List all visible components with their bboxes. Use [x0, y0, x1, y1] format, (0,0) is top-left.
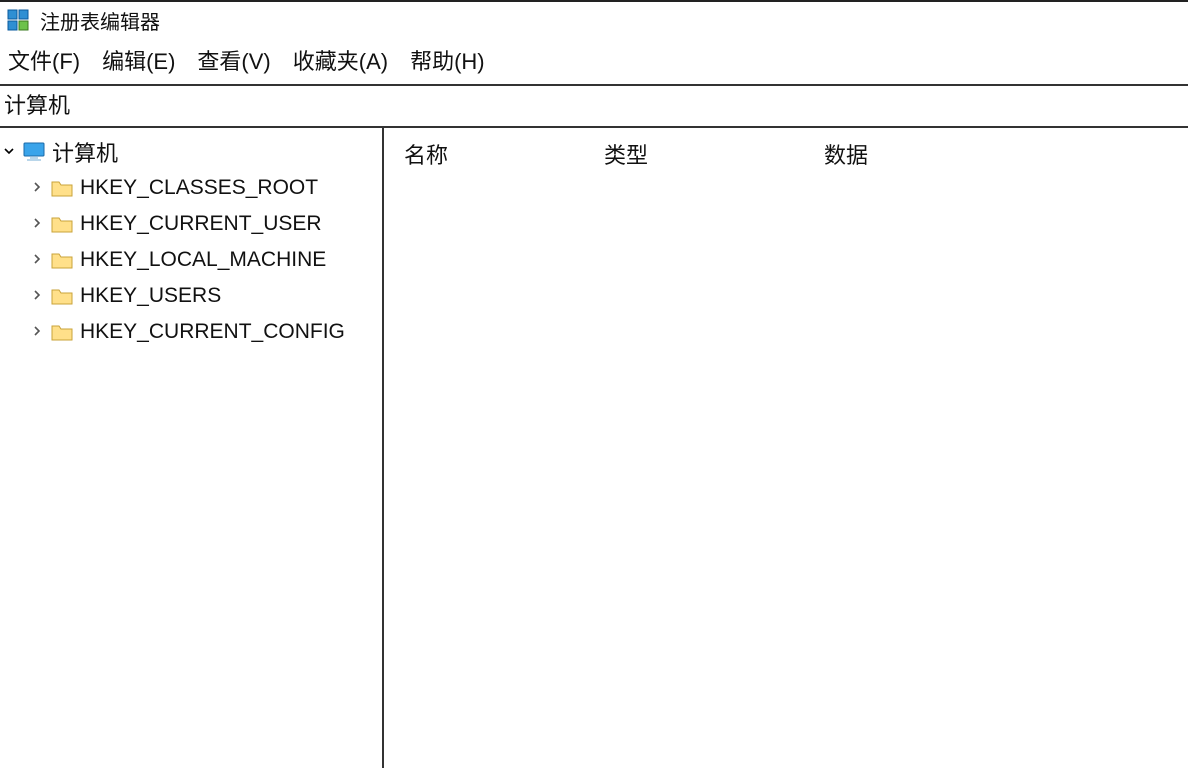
column-header-name[interactable]: 名称	[384, 138, 604, 170]
tree-item-label: HKEY_CLASSES_ROOT	[80, 176, 318, 200]
tree-item-hkcc[interactable]: HKEY_CURRENT_CONFIG	[0, 314, 382, 350]
folder-icon	[50, 322, 74, 342]
list-header: 名称 类型 数据	[384, 138, 1188, 170]
expander-down-icon[interactable]	[2, 144, 16, 160]
tree-item-hku[interactable]: HKEY_USERS	[0, 278, 382, 314]
regedit-app-icon	[6, 8, 30, 32]
tree-item-label: HKEY_CURRENT_USER	[80, 212, 322, 236]
window-title: 注册表编辑器	[40, 6, 160, 35]
address-path: 计算机	[4, 93, 70, 118]
address-bar[interactable]: 计算机	[0, 86, 1188, 128]
title-bar: 注册表编辑器	[0, 2, 1188, 38]
expander-right-icon[interactable]	[30, 216, 44, 232]
menu-help[interactable]: 帮助(H)	[410, 44, 485, 76]
expander-right-icon[interactable]	[30, 252, 44, 268]
menu-view[interactable]: 查看(V)	[197, 44, 270, 76]
menu-favorites[interactable]: 收藏夹(A)	[293, 44, 388, 76]
tree-item-label: HKEY_USERS	[80, 284, 221, 308]
folder-icon	[50, 250, 74, 270]
column-header-data[interactable]: 数据	[824, 138, 1188, 170]
registry-editor-window: 注册表编辑器 文件(F) 编辑(E) 查看(V) 收藏夹(A) 帮助(H) 计算…	[0, 0, 1188, 768]
tree-item-label: HKEY_CURRENT_CONFIG	[80, 320, 345, 344]
computer-icon	[22, 142, 46, 162]
tree-item-hkcr[interactable]: HKEY_CLASSES_ROOT	[0, 170, 382, 206]
expander-right-icon[interactable]	[30, 288, 44, 304]
expander-right-icon[interactable]	[30, 324, 44, 340]
menu-file[interactable]: 文件(F)	[8, 44, 80, 76]
tree-pane[interactable]: 计算机 HKEY_CLASSES_ROOT HKEY_CURRENT_USE	[0, 128, 384, 768]
menu-bar: 文件(F) 编辑(E) 查看(V) 收藏夹(A) 帮助(H)	[0, 38, 1188, 86]
tree-item-hklm[interactable]: HKEY_LOCAL_MACHINE	[0, 242, 382, 278]
tree-root-computer[interactable]: 计算机	[0, 134, 382, 170]
tree-item-label: HKEY_LOCAL_MACHINE	[80, 248, 326, 272]
list-pane[interactable]: 名称 类型 数据	[384, 128, 1188, 768]
folder-icon	[50, 214, 74, 234]
column-header-type[interactable]: 类型	[604, 138, 824, 170]
tree-item-hkcu[interactable]: HKEY_CURRENT_USER	[0, 206, 382, 242]
menu-edit[interactable]: 编辑(E)	[102, 44, 175, 76]
folder-icon	[50, 178, 74, 198]
tree-root-label: 计算机	[52, 136, 118, 168]
content-area: 计算机 HKEY_CLASSES_ROOT HKEY_CURRENT_USE	[0, 128, 1188, 768]
folder-icon	[50, 286, 74, 306]
expander-right-icon[interactable]	[30, 180, 44, 196]
